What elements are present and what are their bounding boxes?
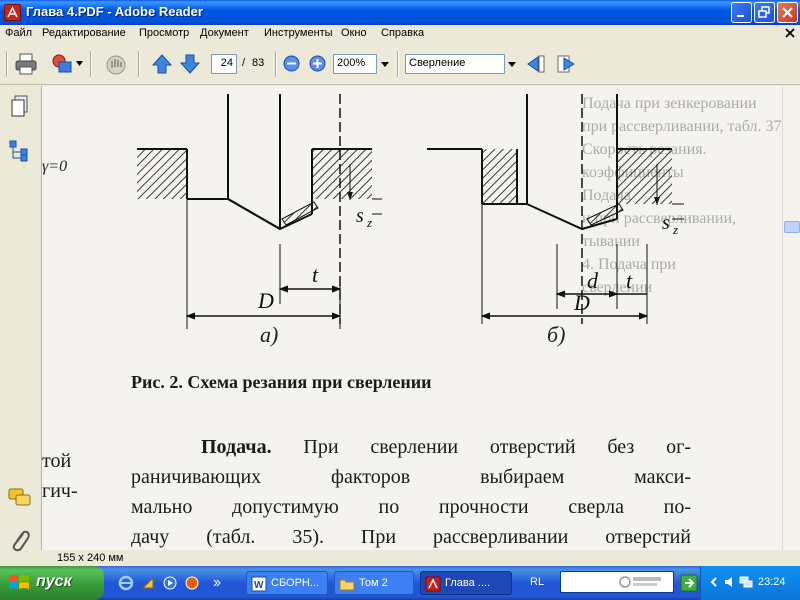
tray-expand-icon[interactable] bbox=[707, 575, 721, 589]
dim-t-label: t bbox=[312, 262, 319, 287]
adobe-reader-window: Глава 4.PDF - Adobe Reader Файл Редактир… bbox=[0, 0, 800, 600]
page-separator: / bbox=[242, 57, 246, 69]
window-title: Глава 4.PDF - Adobe Reader bbox=[26, 4, 203, 19]
dim-D-label: D bbox=[257, 288, 274, 313]
nero-search-box[interactable] bbox=[560, 571, 674, 593]
menu-edit[interactable]: Редактирование bbox=[42, 27, 126, 39]
start-label: пуск bbox=[36, 573, 72, 590]
hand-tool-icon[interactable] bbox=[104, 52, 128, 76]
zoom-dropdown-icon[interactable] bbox=[378, 54, 392, 74]
next-page-icon[interactable] bbox=[178, 52, 202, 76]
document-view[interactable]: Подача при зенкеровании при рассверливан… bbox=[42, 86, 782, 550]
paragraph-lead: Подача. bbox=[201, 436, 272, 458]
minimize-button[interactable] bbox=[731, 2, 752, 23]
quicklaunch-icon[interactable] bbox=[140, 575, 156, 591]
search-input[interactable]: Сверление bbox=[405, 54, 505, 74]
pages-icon[interactable] bbox=[7, 94, 33, 120]
start-button[interactable]: пуск bbox=[0, 566, 104, 600]
menu-tools[interactable]: Инструменты bbox=[264, 27, 333, 39]
task-adobe-reader[interactable]: Глава .... bbox=[420, 571, 512, 595]
figure-b-label: б) bbox=[547, 322, 566, 347]
print-icon[interactable] bbox=[14, 52, 38, 76]
zoom-out-icon[interactable] bbox=[283, 55, 300, 72]
scroll-thumb[interactable] bbox=[784, 221, 800, 233]
media-player-icon[interactable] bbox=[162, 575, 178, 591]
figure-b-drilling-diagram: d t D s z bbox=[427, 94, 684, 324]
vertical-scrollbar[interactable] bbox=[782, 86, 800, 550]
menu-file[interactable]: Файл bbox=[5, 27, 32, 39]
organizer-icon[interactable] bbox=[50, 52, 74, 76]
menu-view[interactable]: Просмотр bbox=[139, 27, 189, 39]
ie-icon[interactable] bbox=[118, 575, 134, 591]
comments-icon[interactable] bbox=[7, 486, 33, 512]
menu-document[interactable]: Документ bbox=[200, 27, 249, 39]
dim-sz-label: s bbox=[356, 205, 364, 227]
gamma-label: γ=0 bbox=[42, 158, 68, 175]
attachments-icon[interactable] bbox=[7, 528, 33, 554]
organizer-dropdown-icon[interactable] bbox=[76, 61, 83, 67]
page-size-label: 155 x 240 мм bbox=[57, 552, 124, 564]
toolbar-separator bbox=[138, 51, 140, 77]
toolbar-separator bbox=[397, 51, 399, 77]
language-indicator[interactable]: RL bbox=[530, 576, 544, 588]
search-go-icon[interactable] bbox=[680, 574, 698, 592]
firefox-icon[interactable] bbox=[184, 575, 200, 591]
network-icon[interactable] bbox=[739, 575, 753, 589]
dim-t-label-b: t bbox=[626, 268, 633, 293]
pdf-icon bbox=[425, 576, 441, 592]
dim-sz-label-b: s bbox=[662, 212, 670, 234]
pdf-page: Подача при зенкеровании при рассверливан… bbox=[42, 86, 782, 550]
system-tray: 23:24 bbox=[700, 566, 800, 600]
zoom-in-icon[interactable] bbox=[309, 55, 326, 72]
task-folder[interactable]: Том 2 bbox=[334, 571, 414, 595]
previous-page-icon[interactable] bbox=[150, 52, 174, 76]
quicklaunch-expand-icon[interactable] bbox=[212, 573, 222, 593]
adobe-reader-icon bbox=[4, 4, 21, 21]
word-icon: W bbox=[251, 576, 267, 592]
close-button[interactable] bbox=[777, 2, 798, 23]
task-word-document[interactable]: W СБОРН... bbox=[246, 571, 328, 595]
left-page-fragment: той гич- bbox=[42, 450, 78, 502]
toolbar-grip bbox=[6, 51, 8, 77]
toolbar-separator bbox=[275, 51, 277, 77]
dim-sz-subscript: z bbox=[366, 215, 372, 230]
svg-text:W: W bbox=[254, 580, 264, 591]
windows-logo-icon bbox=[9, 575, 29, 589]
search-next-icon[interactable] bbox=[554, 52, 578, 76]
menu-window[interactable]: Окно bbox=[341, 27, 367, 39]
page-number-input[interactable]: 24 bbox=[211, 54, 237, 74]
menu-help[interactable]: Справка bbox=[381, 27, 424, 39]
body-paragraph: Подача. При сверлении отверстий без ог- … bbox=[131, 436, 691, 548]
menu-bar: Файл Редактирование Просмотр Документ Ин… bbox=[0, 25, 800, 43]
clock[interactable]: 23:24 bbox=[758, 576, 786, 588]
toolbar-separator bbox=[90, 51, 92, 77]
dim-D-label-b: D bbox=[573, 290, 590, 315]
taskbar: пуск W СБОРН... Том 2 Глава .... RL 23:2… bbox=[0, 566, 800, 600]
navigation-panel bbox=[0, 86, 42, 552]
dim-sz-subscript-b: z bbox=[672, 222, 678, 237]
search-previous-icon[interactable] bbox=[524, 52, 548, 76]
search-dropdown-icon[interactable] bbox=[505, 54, 519, 74]
figure-a-drilling-diagram: t D s z bbox=[137, 94, 382, 329]
speaker-icon[interactable] bbox=[723, 575, 737, 589]
figure-a-label: а) bbox=[260, 322, 279, 347]
restore-button[interactable] bbox=[754, 2, 775, 23]
toolbar: 24 / 83 200% Сверление bbox=[0, 43, 800, 85]
title-bar: Глава 4.PDF - Adobe Reader bbox=[0, 0, 800, 25]
figure-caption: Рис. 2. Схема резания при сверлении bbox=[131, 372, 432, 392]
zoom-level-field[interactable]: 200% bbox=[333, 54, 377, 74]
document-close-icon[interactable] bbox=[784, 27, 796, 39]
bookmarks-icon[interactable] bbox=[7, 138, 33, 164]
nero-search-logo-icon bbox=[619, 576, 661, 588]
page-total: 83 bbox=[252, 57, 265, 69]
status-bar: 155 x 240 мм bbox=[42, 550, 800, 566]
folder-icon bbox=[339, 579, 355, 591]
